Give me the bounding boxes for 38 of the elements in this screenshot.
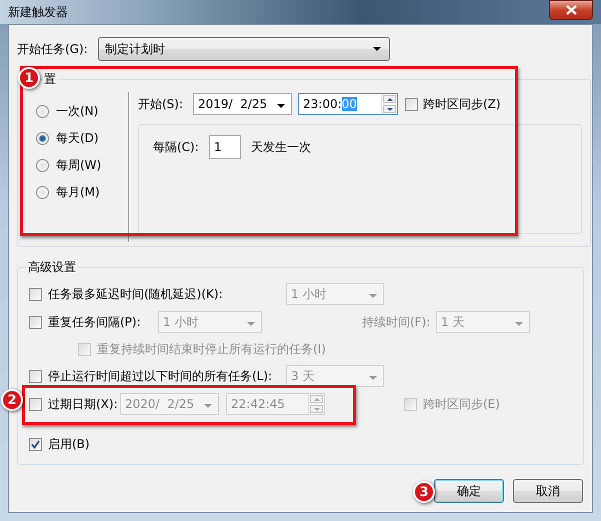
spinner[interactable] (381, 94, 397, 114)
recur-suffix: 天发生一次 (251, 138, 311, 156)
recur-input[interactable]: 1 (209, 135, 241, 159)
dropdown-arrow-icon (277, 104, 285, 108)
close-button[interactable] (549, 0, 593, 20)
recur-label: 每隔(C): (153, 138, 200, 156)
radio-button[interactable] (36, 105, 49, 118)
radio-label[interactable]: 每月(M) (56, 184, 100, 201)
dropdown-arrow-icon (247, 322, 255, 326)
checkbox-label[interactable]: 跨时区同步(Z) (423, 96, 501, 112)
group-title: 高级设置 (27, 259, 77, 276)
radio-label[interactable]: 每周(W) (56, 157, 102, 174)
step-badge: 2 (1, 389, 23, 411)
start-date-picker[interactable]: 2019/ 2/25 (193, 93, 292, 115)
radio-label[interactable]: 每天(D) (56, 130, 99, 147)
checkbox[interactable] (405, 98, 418, 110)
checkbox-label[interactable]: 启用(B) (48, 436, 90, 452)
cancel-button[interactable]: 取消 (513, 479, 583, 503)
checkbox[interactable] (29, 438, 42, 450)
dropdown-arrow-icon (369, 376, 377, 380)
begin-task-dropdown[interactable]: 制定计划时 (98, 37, 390, 61)
radio-button[interactable] (36, 132, 49, 145)
window-title: 新建触发器 (8, 4, 68, 20)
radio-label[interactable]: 一次(N) (56, 103, 98, 120)
dropdown-arrow-icon (373, 47, 381, 51)
start-time-field[interactable]: 23:00:00 (298, 93, 398, 115)
begin-task-label: 开始任务(G): (17, 40, 89, 58)
time-value: 23:00:00 (303, 97, 357, 111)
duration-label: 持续时间(F): (362, 314, 432, 330)
start-label: 开始(S): (138, 96, 184, 112)
radio-button[interactable] (36, 186, 49, 199)
dropdown-arrow-icon (204, 404, 212, 408)
dropdown-arrow-icon (369, 294, 377, 298)
group-title: 置 (43, 71, 57, 88)
ok-button[interactable]: 确定 (434, 479, 504, 503)
close-icon (566, 5, 576, 15)
radio-button[interactable] (36, 159, 49, 172)
dropdown-arrow-icon (515, 322, 523, 326)
